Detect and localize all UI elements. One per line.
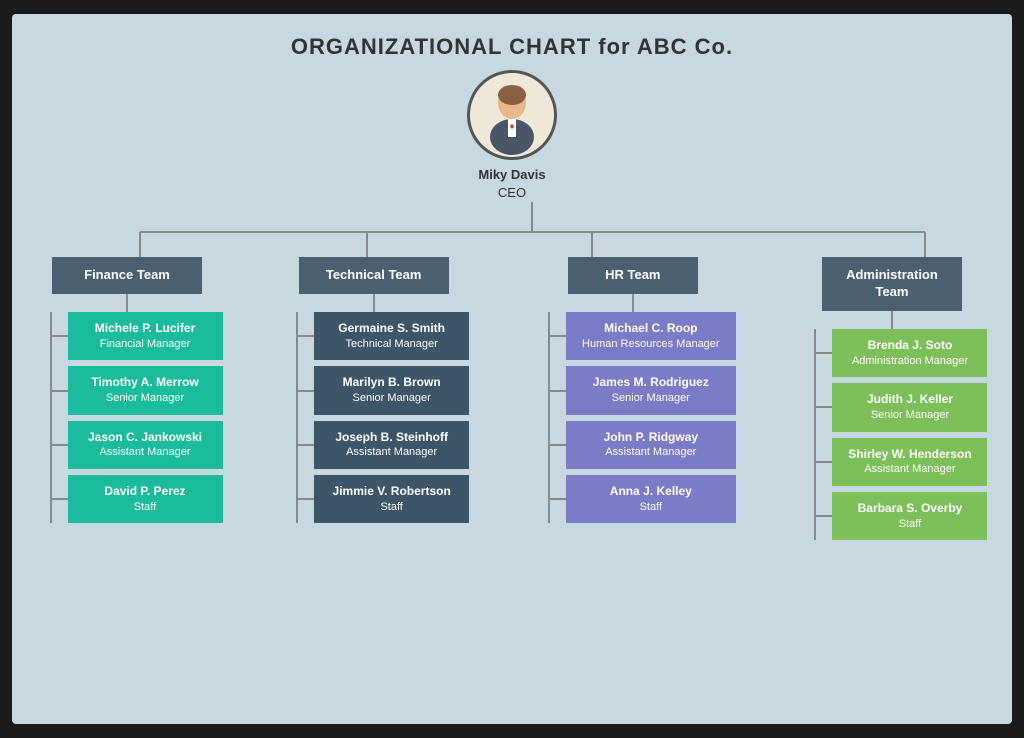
finance-card-1: Michele P. Lucifer Financial Manager — [68, 312, 223, 360]
org-tree: Finance Team Michele P. Luci — [32, 202, 992, 540]
technical-bracket: Germaine S. Smith Technical Manager Mari… — [278, 312, 469, 523]
technical-team-header: Technical Team — [299, 257, 449, 294]
finance-card-3: Jason C. Jankowski Assistant Manager — [68, 421, 223, 469]
hr-card-2: James M. Rodriguez Senior Manager — [566, 366, 736, 414]
technical-card-row-2: Marilyn B. Brown Senior Manager — [298, 366, 469, 414]
technical-card-2: Marilyn B. Brown Senior Manager — [314, 366, 469, 414]
hr-card-4: Anna J. Kelley Staff — [566, 475, 736, 523]
finance-cards: Michele P. Lucifer Financial Manager Tim… — [52, 312, 223, 523]
admin-card-4: Barbara S. Overby Staff — [832, 492, 987, 540]
hr-cards: Michael C. Roop Human Resources Manager … — [550, 312, 736, 523]
finance-card-2: Timothy A. Merrow Senior Manager — [68, 366, 223, 414]
finance-card-row-2: Timothy A. Merrow Senior Manager — [52, 366, 223, 414]
hr-card-row-4: Anna J. Kelley Staff — [550, 475, 736, 523]
finance-bracket: Michele P. Lucifer Financial Manager Tim… — [32, 312, 223, 523]
admin-card-1: Brenda J. Soto Administration Manager — [832, 329, 987, 377]
technical-card-row-3: Joseph B. Steinhoff Assistant Manager — [298, 421, 469, 469]
hr-card-row-1: Michael C. Roop Human Resources Manager — [550, 312, 736, 360]
hr-card-1: Michael C. Roop Human Resources Manager — [566, 312, 736, 360]
chart-title: ORGANIZATIONAL CHART for ABC Co. — [32, 34, 992, 60]
ceo-name: Miky Davis — [478, 166, 545, 184]
col-hr: HR Team Michael C. Roop Human Resources … — [525, 257, 740, 540]
admin-team-header: Administration Team — [822, 257, 962, 311]
technical-card-row-4: Jimmie V. Robertson Staff — [298, 475, 469, 523]
admin-card-row-4: Barbara S. Overby Staff — [816, 492, 987, 540]
technical-cards: Germaine S. Smith Technical Manager Mari… — [298, 312, 469, 523]
admin-card-3: Shirley W. Henderson Assistant Manager — [832, 438, 987, 486]
col-finance: Finance Team Michele P. Luci — [32, 257, 222, 540]
technical-card-row-1: Germaine S. Smith Technical Manager — [298, 312, 469, 360]
col-admin: Administration Team Brenda J. Soto Admin… — [792, 257, 992, 540]
technical-card-1: Germaine S. Smith Technical Manager — [314, 312, 469, 360]
hr-team-header: HR Team — [568, 257, 698, 294]
admin-cards: Brenda J. Soto Administration Manager Ju… — [816, 329, 987, 540]
finance-v-connector — [126, 294, 128, 312]
admin-v-connector — [891, 311, 893, 329]
technical-card-4: Jimmie V. Robertson Staff — [314, 475, 469, 523]
hr-v-connector — [632, 294, 634, 312]
admin-card-row-3: Shirley W. Henderson Assistant Manager — [816, 438, 987, 486]
finance-v-bracket — [32, 312, 52, 523]
ceo-avatar — [467, 70, 557, 160]
finance-card-row-4: David P. Perez Staff — [52, 475, 223, 523]
finance-card-row-1: Michele P. Lucifer Financial Manager — [52, 312, 223, 360]
hr-card-row-2: James M. Rodriguez Senior Manager — [550, 366, 736, 414]
ceo-section: Miky Davis CEO — [32, 70, 992, 202]
ceo-label: Miky Davis CEO — [478, 166, 545, 202]
hr-card-3: John P. Ridgway Assistant Manager — [566, 421, 736, 469]
finance-team-header: Finance Team — [52, 257, 202, 294]
finance-card-row-3: Jason C. Jankowski Assistant Manager — [52, 421, 223, 469]
ceo-role: CEO — [478, 184, 545, 202]
technical-v-connector — [373, 294, 375, 312]
chart-container: ORGANIZATIONAL CHART for ABC Co. M — [12, 14, 1012, 724]
hr-bracket: Michael C. Roop Human Resources Manager … — [530, 312, 736, 523]
technical-card-3: Joseph B. Steinhoff Assistant Manager — [314, 421, 469, 469]
teams-row: Finance Team Michele P. Luci — [32, 202, 992, 540]
admin-card-2: Judith J. Keller Senior Manager — [832, 383, 987, 431]
col-technical: Technical Team Germaine S. Smith Technic… — [274, 257, 474, 540]
admin-card-row-1: Brenda J. Soto Administration Manager — [816, 329, 987, 377]
admin-card-row-2: Judith J. Keller Senior Manager — [816, 383, 987, 431]
finance-card-4: David P. Perez Staff — [68, 475, 223, 523]
admin-bracket: Brenda J. Soto Administration Manager Ju… — [796, 329, 987, 540]
hr-card-row-3: John P. Ridgway Assistant Manager — [550, 421, 736, 469]
